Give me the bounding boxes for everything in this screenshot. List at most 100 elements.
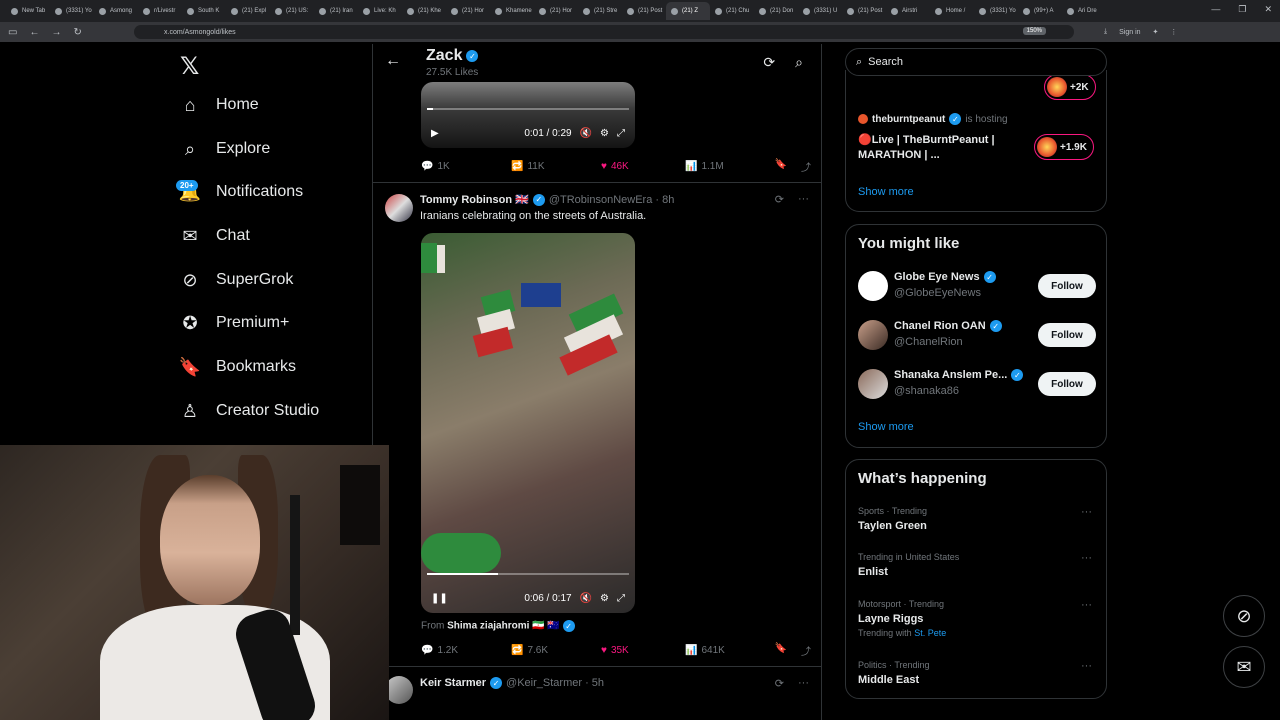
- avatar[interactable]: [385, 676, 413, 704]
- bookmark-icon[interactable]: 🔖: [775, 643, 787, 658]
- bookmark-icon[interactable]: 🔖: [775, 159, 787, 174]
- account-name[interactable]: Chanel Rion OAN ✓: [894, 320, 1002, 332]
- suggested-account[interactable]: Chanel Rion OAN ✓ @ChanelRion Follow: [858, 318, 1096, 352]
- browser-tab[interactable]: (3331) Yo: [50, 2, 94, 20]
- url-field[interactable]: x.com/Asmongold/likes 150%: [134, 25, 1074, 39]
- video-player[interactable]: ❚❚ 0:06 / 0:17 🔇 ⚙ ⤢: [421, 233, 635, 613]
- grok-fab-icon[interactable]: ⊘: [1223, 595, 1265, 637]
- browser-tab[interactable]: (3331) Yo: [974, 2, 1018, 20]
- nav-item-supergrok[interactable]: ⊘ SuperGrok: [180, 270, 293, 290]
- mute-icon[interactable]: 🔇: [580, 128, 592, 139]
- live-listeners-pill[interactable]: +1.9K: [1034, 134, 1094, 160]
- like-button[interactable]: ♥ 46K: [601, 161, 685, 172]
- browser-tab[interactable]: Home /: [930, 2, 974, 20]
- more-icon[interactable]: ···: [1081, 506, 1092, 518]
- more-icon[interactable]: ···: [798, 677, 809, 690]
- browser-tab[interactable]: (21) Post: [842, 2, 886, 20]
- nav-item-chat[interactable]: ✉ Chat: [180, 226, 249, 246]
- browser-tab[interactable]: (21) Z: [666, 2, 710, 20]
- suggested-account[interactable]: Shanaka Anslem Pe... ✓ @shanaka86 Follow: [858, 367, 1096, 401]
- minimize-icon[interactable]: —: [1211, 4, 1220, 15]
- grok-icon[interactable]: ⟳: [775, 677, 784, 690]
- browser-tab[interactable]: South K: [182, 2, 226, 20]
- video-progress[interactable]: [427, 108, 629, 110]
- live-title[interactable]: 🔴Live | TheBurntPeanut | MARATHON | ...: [858, 133, 1018, 163]
- suggested-account[interactable]: Globe Eye News ✓ @GlobeEyeNews Follow: [858, 269, 1096, 303]
- browser-tab[interactable]: (21) Expl: [226, 2, 270, 20]
- browser-tab[interactable]: (21) Post: [622, 2, 666, 20]
- sidebar-toggle-icon[interactable]: ▭: [8, 27, 17, 38]
- reply-button[interactable]: 💬 1K: [421, 161, 511, 172]
- browser-tab[interactable]: Asmong: [94, 2, 138, 20]
- close-icon[interactable]: ✕: [1264, 4, 1272, 15]
- show-more-link[interactable]: Show more: [858, 186, 914, 198]
- reply-button[interactable]: 💬 1.2K: [421, 645, 511, 656]
- repost-button[interactable]: 🔁 11K: [511, 161, 601, 172]
- browser-tab[interactable]: New Tab: [6, 2, 50, 20]
- trend-item[interactable]: Trending in United States Enlist ···: [858, 552, 1096, 578]
- more-icon[interactable]: ···: [798, 193, 809, 206]
- follow-button[interactable]: Follow: [1038, 274, 1096, 298]
- x-logo-icon[interactable]: 𝕏: [180, 52, 199, 80]
- follow-button[interactable]: Follow: [1038, 372, 1096, 396]
- show-more-link[interactable]: Show more: [858, 421, 914, 433]
- trend-item[interactable]: Motorsport · Trending Layne Riggs Trendin…: [858, 599, 1096, 638]
- browser-tab[interactable]: r/Livestr: [138, 2, 182, 20]
- browser-tab[interactable]: Ari Dre: [1062, 2, 1106, 20]
- browser-tab[interactable]: Khamene: [490, 2, 534, 20]
- zoom-indicator[interactable]: 150%: [1022, 27, 1046, 35]
- avatar[interactable]: [858, 271, 888, 301]
- views-button[interactable]: 📊 1.1M: [685, 161, 724, 172]
- more-icon[interactable]: ···: [1081, 599, 1092, 611]
- trend-item[interactable]: Sports · Trending Taylen Green ···: [858, 506, 1096, 532]
- nav-item-explore[interactable]: ⌕ Explore: [180, 139, 270, 159]
- browser-tab[interactable]: Live: Kh: [358, 2, 402, 20]
- browser-tab[interactable]: Airstri: [886, 2, 930, 20]
- back-arrow-icon[interactable]: ←: [385, 52, 401, 70]
- settings-icon[interactable]: ⚙: [600, 593, 609, 604]
- browser-tab[interactable]: (21) US:: [270, 2, 314, 20]
- grok-icon[interactable]: ⟳: [775, 193, 784, 206]
- views-button[interactable]: 📊 641K: [685, 645, 725, 656]
- avatar[interactable]: [385, 194, 413, 222]
- nav-item-bookmarks[interactable]: 🔖 Bookmarks: [179, 357, 296, 377]
- search-icon[interactable]: ⌕: [795, 54, 803, 71]
- source-name[interactable]: Shima ziajahromi 🇮🇷 🇦🇺: [447, 621, 560, 632]
- back-icon[interactable]: ←: [29, 27, 39, 38]
- mute-icon[interactable]: 🔇: [580, 593, 592, 604]
- extensions-icon[interactable]: ✦: [1153, 28, 1159, 36]
- like-button[interactable]: ♥ 35K: [601, 645, 685, 656]
- avatar[interactable]: [858, 369, 888, 399]
- maximize-icon[interactable]: ❐: [1238, 4, 1246, 15]
- browser-tab[interactable]: (21) Iran: [314, 2, 358, 20]
- fullscreen-icon[interactable]: ⤢: [617, 128, 625, 139]
- account-name[interactable]: Shanaka Anslem Pe... ✓: [894, 369, 1024, 381]
- play-icon[interactable]: ▶: [431, 128, 439, 139]
- reload-icon[interactable]: ↻: [73, 27, 81, 38]
- account-name[interactable]: Globe Eye News ✓: [894, 271, 996, 283]
- nav-item-creator-studio[interactable]: ♙ Creator Studio: [180, 401, 319, 421]
- author-handle[interactable]: @Keir_Starmer · 5h: [506, 677, 604, 689]
- trend-with-link[interactable]: St. Pete: [914, 628, 946, 638]
- live-listeners-pill[interactable]: +2K: [1044, 74, 1096, 100]
- menu-icon[interactable]: ⋮: [1170, 28, 1177, 36]
- messages-fab-icon[interactable]: ✉: [1223, 646, 1265, 688]
- avatar[interactable]: [858, 320, 888, 350]
- browser-tab[interactable]: (21) Hor: [534, 2, 578, 20]
- sign-in-button[interactable]: Sign in: [1119, 29, 1140, 36]
- repost-button[interactable]: 🔁 7.6K: [511, 645, 601, 656]
- settings-icon[interactable]: ⚙: [600, 128, 609, 139]
- more-icon[interactable]: ···: [1081, 552, 1092, 564]
- refresh-icon[interactable]: ⟳: [763, 54, 775, 71]
- nav-item-notifications[interactable]: 🔔 Notifications: [179, 182, 303, 202]
- browser-tab[interactable]: (99+) A: [1018, 2, 1062, 20]
- nav-item-premium[interactable]: ✪ Premium+: [180, 313, 289, 333]
- video-player[interactable]: ▶ 0:01 / 0:29 🔇 ⚙ ⤢: [421, 82, 635, 148]
- browser-tab[interactable]: (3331) U: [798, 2, 842, 20]
- author-name[interactable]: Tommy Robinson 🇬🇧: [420, 193, 529, 206]
- follow-button[interactable]: Follow: [1038, 323, 1096, 347]
- share-icon[interactable]: ⤴: [801, 643, 811, 658]
- search-input[interactable]: ⌕ Search: [845, 48, 1107, 76]
- share-icon[interactable]: ⤴: [801, 159, 811, 174]
- download-icon[interactable]: ⤓: [1104, 28, 1107, 36]
